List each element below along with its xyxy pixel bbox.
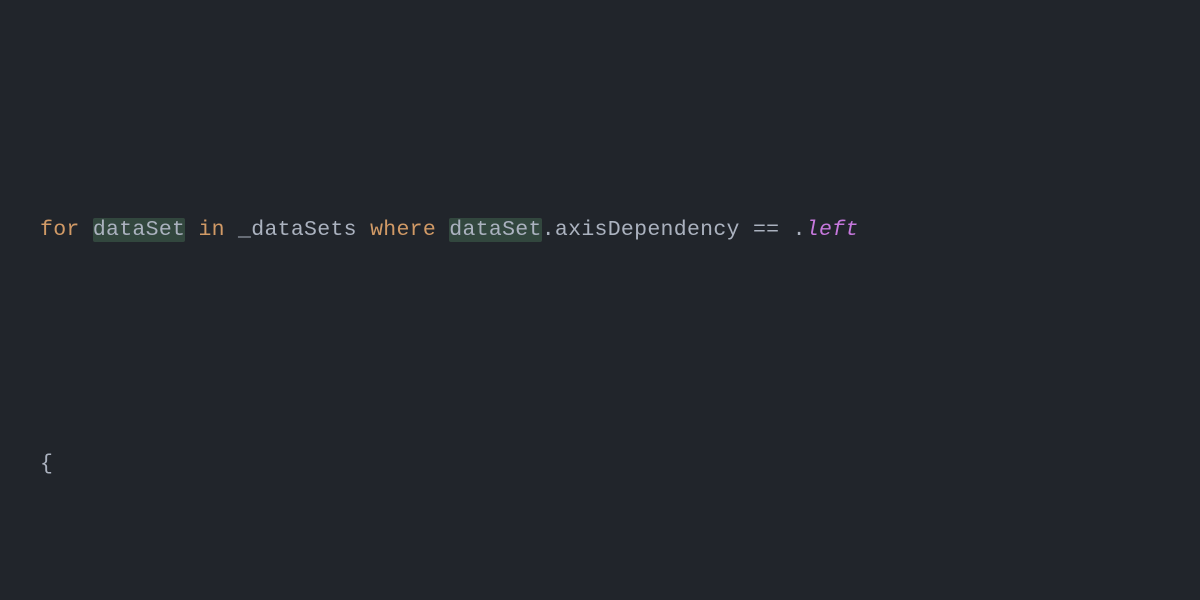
identifier-dataSet: dataSet (93, 218, 185, 242)
code-line[interactable]: { (0, 441, 1200, 488)
space (436, 218, 449, 242)
space (740, 218, 753, 242)
dot: . (793, 218, 806, 242)
space (779, 218, 792, 242)
space (225, 218, 238, 242)
operator-eqeq: == (753, 218, 779, 242)
keyword-in: in (198, 218, 224, 242)
keyword-where: where (370, 218, 436, 242)
brace-open: { (40, 452, 53, 476)
enum-case-left: left (806, 218, 859, 242)
identifier-dataSet: dataSet (449, 218, 541, 242)
keyword-for: for (40, 218, 80, 242)
code-line[interactable]: for dataSet in _dataSets where dataSet.a… (0, 207, 1200, 254)
property-axisDependency: axisDependency (555, 218, 740, 242)
space (357, 218, 370, 242)
identifier-dataSets: _dataSets (238, 218, 357, 242)
code-editor[interactable]: for dataSet in _dataSets where dataSet.a… (0, 0, 1200, 600)
space (185, 218, 198, 242)
space (80, 218, 93, 242)
dot: . (542, 218, 555, 242)
